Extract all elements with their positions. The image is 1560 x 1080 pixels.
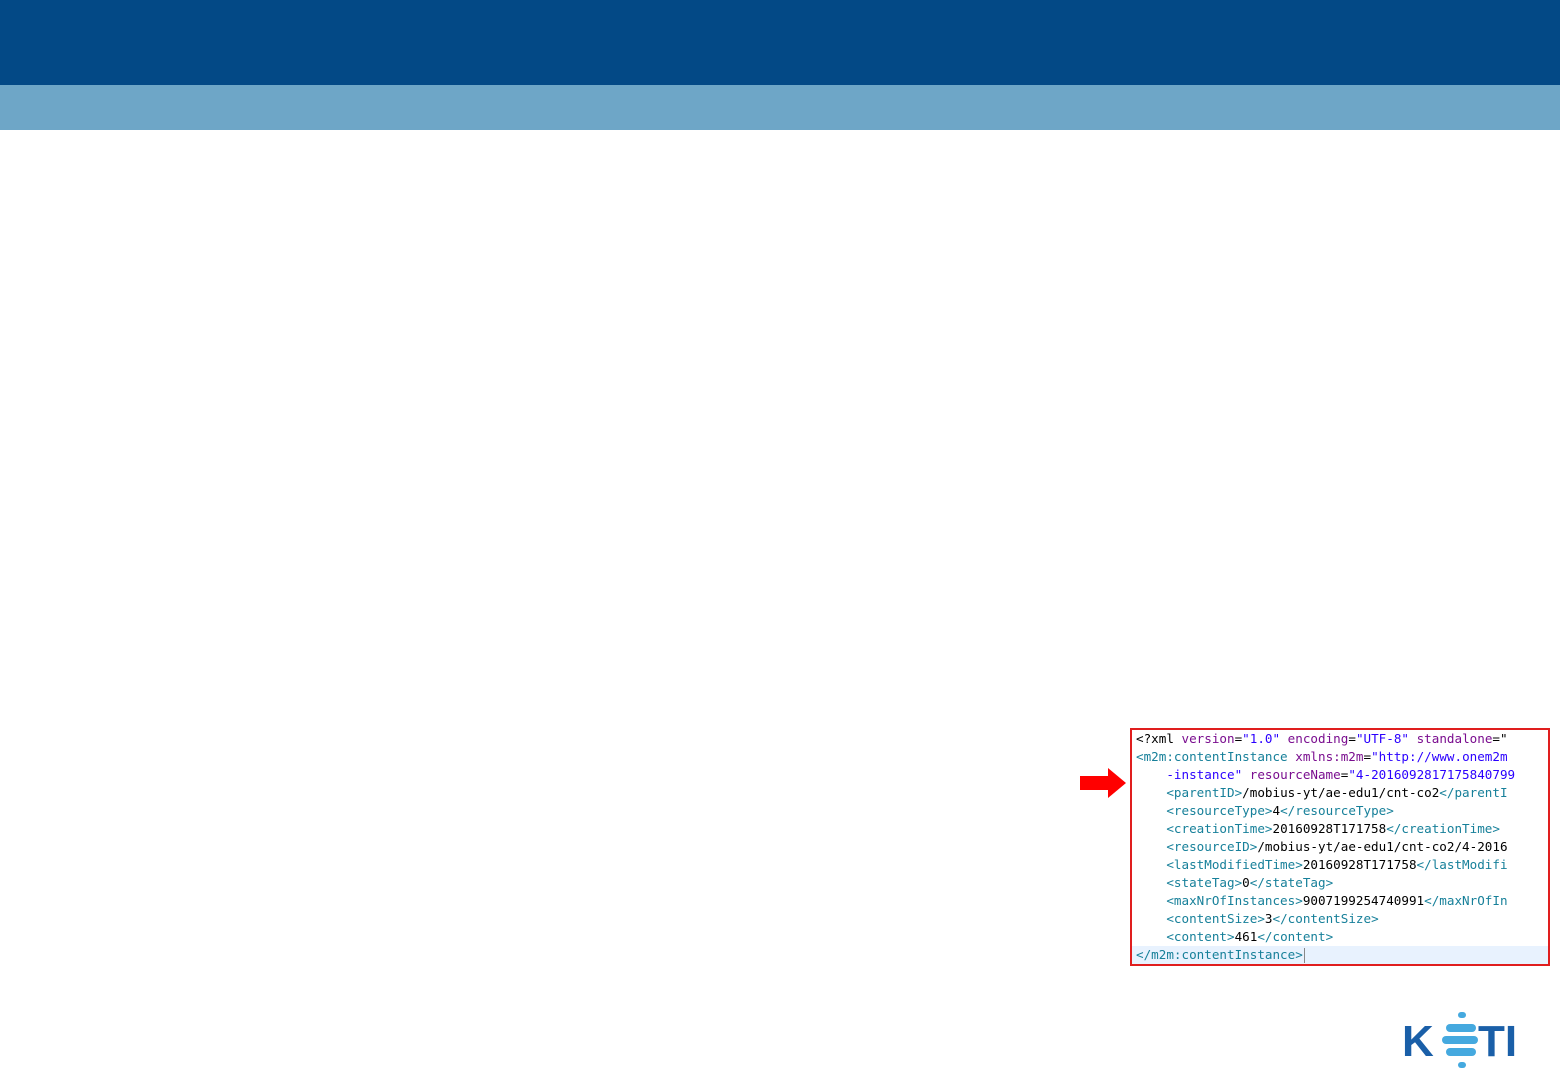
xml-token: </parentI [1439, 785, 1508, 800]
xml-token: standalone [1409, 731, 1493, 746]
xml-line: <content>461</content> [1136, 928, 1333, 946]
xml-token: </resourceType> [1280, 803, 1394, 818]
xml-token: <maxNrOfInstances> [1136, 893, 1303, 908]
xml-token: /mobius-yt/ae-edu1/cnt-co2/4-2016 [1257, 839, 1508, 854]
xml-line: <creationTime>20160928T171758</creationT… [1136, 820, 1500, 838]
xml-token: = [1348, 731, 1356, 746]
xml-line: <maxNrOfInstances>9007199254740991</maxN… [1136, 892, 1508, 910]
xml-token: <content> [1136, 929, 1235, 944]
header-bar [0, 0, 1560, 85]
svg-text:TI: TI [1478, 1017, 1517, 1066]
xml-token: </content> [1257, 929, 1334, 944]
xml-line: <resourceID>/mobius-yt/ae-edu1/cnt-co2/4… [1136, 838, 1508, 856]
xml-line: <m2m:contentInstance xmlns:m2m="http://w… [1136, 748, 1508, 766]
xml-token: </m2m:contentInstance> [1136, 947, 1303, 962]
xml-token: <parentID> [1136, 785, 1243, 800]
subheader-bar [0, 85, 1560, 130]
xml-token: "1.0" [1242, 731, 1281, 746]
xml-token: <resourceID> [1136, 839, 1258, 854]
xml-token: -instance" [1136, 767, 1243, 782]
xml-line: <lastModifiedTime>20160928T171758</lastM… [1136, 856, 1508, 874]
xml-token: xmlns:m2m [1295, 749, 1364, 764]
xml-token: </contentSize> [1272, 911, 1379, 926]
xml-line: <parentID>/mobius-yt/ae-edu1/cnt-co2</pa… [1136, 784, 1508, 802]
xml-token: </lastModifi [1416, 857, 1508, 872]
xml-token: encoding [1280, 731, 1349, 746]
xml-token: /mobius-yt/ae-edu1/cnt-co2 [1242, 785, 1440, 800]
xml-line: <contentSize>3</contentSize> [1136, 910, 1379, 928]
xml-token: <resourceType> [1136, 803, 1273, 818]
svg-text:K: K [1402, 1017, 1434, 1066]
xml-line: -instance" resourceName="4-2016092817175… [1136, 766, 1515, 784]
xml-token: "4-2016092817175840799 [1348, 767, 1516, 782]
xml-line: <?xml version="1.0" encoding="UTF-8" sta… [1136, 730, 1508, 748]
xml-token: version [1181, 731, 1235, 746]
xml-token: <lastModifiedTime> [1136, 857, 1303, 872]
xml-token: </creationTime> [1386, 821, 1500, 836]
xml-token: 461 [1234, 929, 1258, 944]
keti-logo: K TI [1402, 1012, 1517, 1068]
xml-token: resourceName [1242, 767, 1341, 782]
xml-line: <resourceType>4</resourceType> [1136, 802, 1394, 820]
xml-token: 9007199254740991 [1302, 893, 1425, 908]
xml-token: 20160928T171758 [1302, 857, 1417, 872]
xml-token: <m2m:contentInstance [1136, 749, 1296, 764]
xml-token: </stateTag> [1249, 875, 1334, 890]
xml-token: = [1363, 749, 1372, 764]
xml-token: <contentSize> [1136, 911, 1265, 926]
xml-token: 3 [1264, 911, 1273, 926]
xml-token: 0 [1242, 875, 1250, 890]
text-caret [1303, 948, 1305, 963]
xml-token: </maxNrOfIn [1424, 893, 1508, 908]
red-arrow-icon [1080, 768, 1126, 798]
xml-token: <creationTime> [1136, 821, 1273, 836]
xml-token: =" [1492, 731, 1508, 746]
xml-token: 4 [1272, 803, 1281, 818]
xml-token: <?xml [1136, 731, 1182, 746]
xml-line: <stateTag>0</stateTag> [1136, 874, 1333, 892]
xml-token: <stateTag> [1136, 875, 1243, 890]
xml-token: "http://www.onem2m [1371, 749, 1508, 764]
xml-response-panel[interactable]: <?xml version="1.0" encoding="UTF-8" sta… [1130, 728, 1550, 966]
xml-token: 20160928T171758 [1272, 821, 1387, 836]
xml-token: "UTF-8" [1355, 731, 1410, 746]
xml-line: </m2m:contentInstance> [1132, 946, 1548, 964]
